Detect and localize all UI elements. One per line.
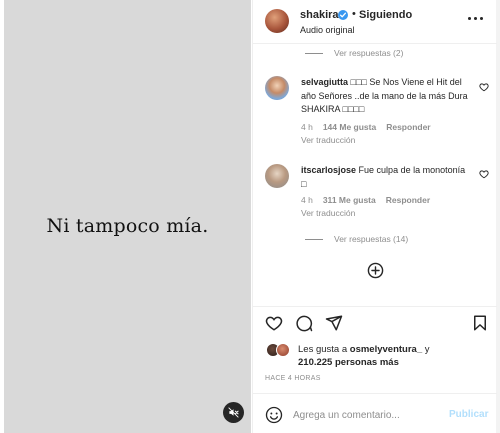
comment-likes[interactable]: 144 Me gusta <box>323 122 376 132</box>
add-comment-bar: Publicar <box>253 393 497 433</box>
likes-count[interactable]: 210.225 personas más <box>298 357 399 368</box>
post-header: shakira • Siguiendo Audio original <box>253 0 497 44</box>
paper-plane-icon[interactable] <box>325 314 343 332</box>
comment-username[interactable]: itscarlosjose <box>301 165 356 175</box>
verified-badge-icon <box>338 10 348 20</box>
smiley-icon[interactable] <box>265 406 283 424</box>
translate-button[interactable]: Ver traducción <box>301 208 355 218</box>
plus-circle-icon[interactable] <box>367 262 384 279</box>
comment-text: itscarlosjose Fue culpa de la monotonía … <box>301 164 471 191</box>
replies-line <box>305 239 323 241</box>
view-replies-label: Ver respuestas (14) <box>334 234 409 244</box>
translate-button[interactable]: Ver traducción <box>301 135 355 145</box>
post-media[interactable]: Ni tampoco mía. <box>4 0 251 433</box>
comment-meta: 4 h 144 Me gusta Responder <box>301 122 441 132</box>
author-username[interactable]: shakira <box>300 9 339 21</box>
following-button[interactable]: Siguiendo <box>359 9 412 21</box>
heart-icon[interactable] <box>265 314 283 332</box>
media-caption-text: Ni tampoco mía. <box>46 215 209 237</box>
comment-text: selvagiutta □□□ Se Nos Viene el Hit del … <box>301 76 471 117</box>
likes-middle: y <box>422 344 430 355</box>
replies-line <box>305 53 323 55</box>
comment-like-heart-icon[interactable] <box>479 82 489 92</box>
more-dot <box>480 17 483 20</box>
comments-list[interactable]: Ver respuestas (2) selvagiutta □□□ Se No… <box>253 44 497 306</box>
comment-time: 4 h <box>301 195 313 205</box>
post-timestamp[interactable]: HACE 4 HORAS <box>265 375 321 382</box>
reply-button[interactable]: Responder <box>386 195 430 205</box>
liker-username[interactable]: osmelyventura_ <box>350 344 422 355</box>
author-avatar[interactable] <box>265 9 289 33</box>
mute-button[interactable] <box>223 402 244 423</box>
comment-likes[interactable]: 311 Me gusta <box>323 195 376 205</box>
commenter-avatar[interactable] <box>265 164 289 188</box>
view-replies-button[interactable]: Ver respuestas (2) <box>305 48 403 58</box>
likes-prefix: Les gusta a <box>298 344 350 355</box>
commenter-avatar[interactable] <box>265 76 289 100</box>
header-separator: • <box>352 8 356 20</box>
speaker-muted-icon <box>228 407 239 418</box>
view-replies-label: Ver respuestas (2) <box>334 48 404 58</box>
comment-input[interactable] <box>293 406 443 424</box>
more-horizontal-icon <box>468 17 471 20</box>
publish-button[interactable]: Publicar <box>449 409 488 420</box>
more-dot <box>474 17 477 20</box>
liker-avatars[interactable] <box>266 343 294 357</box>
comment-username[interactable]: selvagiutta <box>301 77 348 87</box>
comment-like-heart-icon[interactable] <box>479 169 489 179</box>
reply-button[interactable]: Responder <box>386 122 430 132</box>
post-side-panel: shakira • Siguiendo Audio original Ver r… <box>252 0 497 433</box>
more-options-button[interactable] <box>468 14 486 24</box>
bookmark-icon[interactable] <box>471 314 489 332</box>
comment-meta: 4 h 311 Me gusta Responder <box>301 195 440 205</box>
comment-icon[interactable] <box>295 314 313 332</box>
action-bar <box>253 306 497 336</box>
audio-link[interactable]: Audio original <box>300 25 355 35</box>
likes-summary[interactable]: Les gusta a osmelyventura_ y 210.225 pers… <box>298 343 488 369</box>
view-replies-button[interactable]: Ver respuestas (14) <box>305 234 408 244</box>
liker-avatar <box>276 343 290 357</box>
comment-time: 4 h <box>301 122 313 132</box>
